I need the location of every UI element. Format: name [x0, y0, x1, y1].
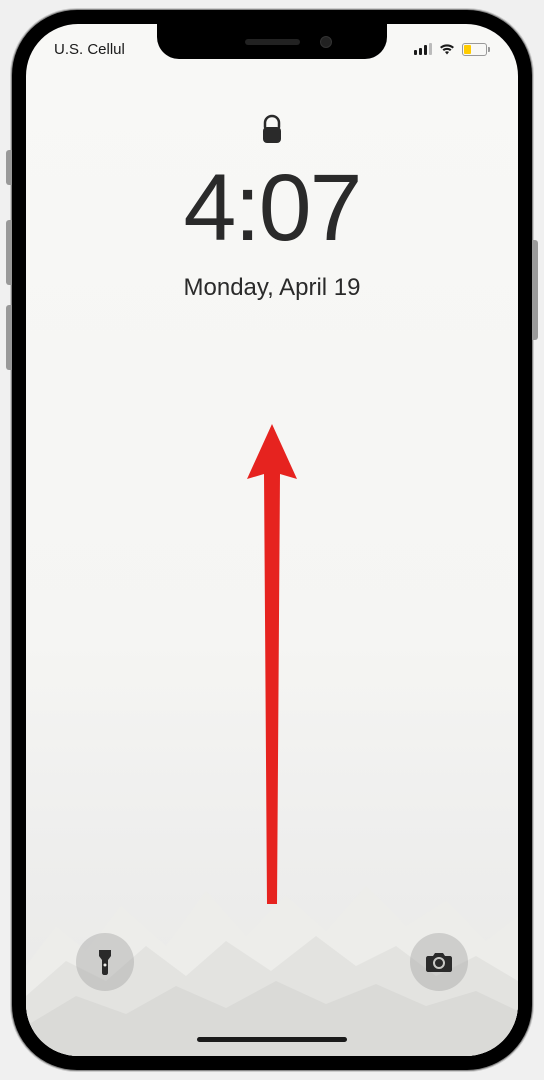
lock-screen[interactable]: U.S. Cellul	[26, 24, 518, 1056]
wifi-icon	[438, 42, 456, 56]
phone-frame: U.S. Cellul	[12, 10, 532, 1070]
notch	[157, 24, 387, 59]
battery-icon	[462, 43, 490, 56]
camera-icon	[425, 951, 453, 973]
lock-screen-date: Monday, April 19	[26, 274, 518, 302]
volume-down-button	[6, 305, 12, 370]
cellular-signal-icon	[414, 43, 432, 55]
lock-icon	[260, 114, 284, 146]
power-button	[532, 240, 538, 340]
camera-button[interactable]	[410, 933, 468, 991]
mute-switch	[6, 150, 12, 185]
front-camera	[320, 36, 332, 48]
volume-up-button	[6, 220, 12, 285]
carrier-label: U.S. Cellul	[54, 41, 125, 58]
flashlight-icon	[95, 948, 115, 976]
lock-screen-time: 4:07	[26, 154, 518, 263]
swipe-up-arrow-annotation	[242, 419, 302, 909]
status-icons	[414, 42, 490, 56]
battery-fill-low-power	[464, 45, 471, 54]
speaker-grille	[245, 39, 300, 45]
flashlight-button[interactable]	[76, 933, 134, 991]
home-indicator[interactable]	[197, 1037, 347, 1042]
